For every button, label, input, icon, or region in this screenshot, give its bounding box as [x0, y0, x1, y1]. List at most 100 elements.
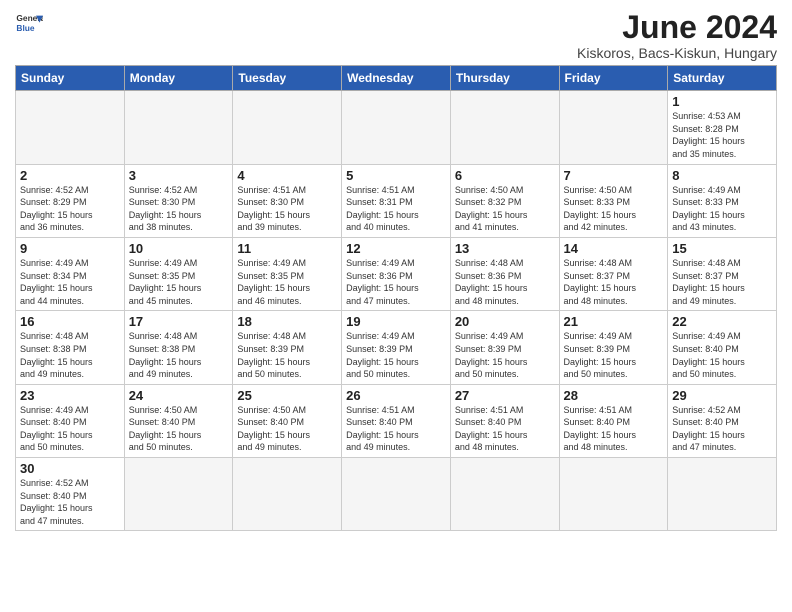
day-info: Sunrise: 4:52 AM Sunset: 8:29 PM Dayligh… [20, 184, 120, 234]
calendar-cell: 25Sunrise: 4:50 AM Sunset: 8:40 PM Dayli… [233, 384, 342, 457]
calendar-week-row: 9Sunrise: 4:49 AM Sunset: 8:34 PM Daylig… [16, 237, 777, 310]
logo: General Blue [15, 10, 43, 38]
day-info: Sunrise: 4:50 AM Sunset: 8:40 PM Dayligh… [237, 404, 337, 454]
weekday-header-tuesday: Tuesday [233, 66, 342, 91]
day-info: Sunrise: 4:52 AM Sunset: 8:40 PM Dayligh… [20, 477, 120, 527]
day-info: Sunrise: 4:48 AM Sunset: 8:37 PM Dayligh… [564, 257, 664, 307]
calendar-cell: 13Sunrise: 4:48 AM Sunset: 8:36 PM Dayli… [450, 237, 559, 310]
calendar-cell [668, 458, 777, 531]
day-info: Sunrise: 4:51 AM Sunset: 8:40 PM Dayligh… [455, 404, 555, 454]
calendar-cell: 8Sunrise: 4:49 AM Sunset: 8:33 PM Daylig… [668, 164, 777, 237]
calendar-cell: 15Sunrise: 4:48 AM Sunset: 8:37 PM Dayli… [668, 237, 777, 310]
calendar-cell: 14Sunrise: 4:48 AM Sunset: 8:37 PM Dayli… [559, 237, 668, 310]
day-number: 15 [672, 241, 772, 256]
calendar-cell: 21Sunrise: 4:49 AM Sunset: 8:39 PM Dayli… [559, 311, 668, 384]
calendar-cell [124, 458, 233, 531]
day-info: Sunrise: 4:50 AM Sunset: 8:40 PM Dayligh… [129, 404, 229, 454]
day-number: 19 [346, 314, 446, 329]
day-info: Sunrise: 4:53 AM Sunset: 8:28 PM Dayligh… [672, 110, 772, 160]
weekday-header-friday: Friday [559, 66, 668, 91]
day-number: 3 [129, 168, 229, 183]
day-number: 24 [129, 388, 229, 403]
calendar-week-row: 30Sunrise: 4:52 AM Sunset: 8:40 PM Dayli… [16, 458, 777, 531]
weekday-header-saturday: Saturday [668, 66, 777, 91]
day-number: 22 [672, 314, 772, 329]
day-info: Sunrise: 4:48 AM Sunset: 8:36 PM Dayligh… [455, 257, 555, 307]
day-number: 25 [237, 388, 337, 403]
day-info: Sunrise: 4:52 AM Sunset: 8:40 PM Dayligh… [672, 404, 772, 454]
day-number: 1 [672, 94, 772, 109]
calendar-cell [450, 458, 559, 531]
calendar-cell [233, 91, 342, 164]
weekday-header-sunday: Sunday [16, 66, 125, 91]
day-info: Sunrise: 4:48 AM Sunset: 8:39 PM Dayligh… [237, 330, 337, 380]
calendar-cell: 1Sunrise: 4:53 AM Sunset: 8:28 PM Daylig… [668, 91, 777, 164]
calendar-cell [342, 458, 451, 531]
day-info: Sunrise: 4:49 AM Sunset: 8:36 PM Dayligh… [346, 257, 446, 307]
title-block: June 2024 Kiskoros, Bacs-Kiskun, Hungary [577, 10, 777, 61]
day-info: Sunrise: 4:50 AM Sunset: 8:33 PM Dayligh… [564, 184, 664, 234]
day-info: Sunrise: 4:52 AM Sunset: 8:30 PM Dayligh… [129, 184, 229, 234]
calendar-cell [16, 91, 125, 164]
day-number: 17 [129, 314, 229, 329]
calendar-cell: 17Sunrise: 4:48 AM Sunset: 8:38 PM Dayli… [124, 311, 233, 384]
calendar-week-row: 23Sunrise: 4:49 AM Sunset: 8:40 PM Dayli… [16, 384, 777, 457]
day-info: Sunrise: 4:49 AM Sunset: 8:35 PM Dayligh… [129, 257, 229, 307]
day-number: 21 [564, 314, 664, 329]
calendar-cell: 5Sunrise: 4:51 AM Sunset: 8:31 PM Daylig… [342, 164, 451, 237]
weekday-header-wednesday: Wednesday [342, 66, 451, 91]
calendar-cell: 12Sunrise: 4:49 AM Sunset: 8:36 PM Dayli… [342, 237, 451, 310]
weekday-header-row: SundayMondayTuesdayWednesdayThursdayFrid… [16, 66, 777, 91]
day-number: 18 [237, 314, 337, 329]
day-number: 2 [20, 168, 120, 183]
day-number: 28 [564, 388, 664, 403]
calendar-week-row: 2Sunrise: 4:52 AM Sunset: 8:29 PM Daylig… [16, 164, 777, 237]
day-number: 6 [455, 168, 555, 183]
day-number: 13 [455, 241, 555, 256]
day-info: Sunrise: 4:49 AM Sunset: 8:33 PM Dayligh… [672, 184, 772, 234]
day-info: Sunrise: 4:49 AM Sunset: 8:39 PM Dayligh… [346, 330, 446, 380]
day-number: 7 [564, 168, 664, 183]
day-number: 16 [20, 314, 120, 329]
weekday-header-monday: Monday [124, 66, 233, 91]
day-number: 4 [237, 168, 337, 183]
calendar-cell [124, 91, 233, 164]
calendar-cell: 27Sunrise: 4:51 AM Sunset: 8:40 PM Dayli… [450, 384, 559, 457]
calendar-cell: 20Sunrise: 4:49 AM Sunset: 8:39 PM Dayli… [450, 311, 559, 384]
day-info: Sunrise: 4:49 AM Sunset: 8:39 PM Dayligh… [564, 330, 664, 380]
calendar-cell [559, 458, 668, 531]
calendar-cell: 18Sunrise: 4:48 AM Sunset: 8:39 PM Dayli… [233, 311, 342, 384]
day-info: Sunrise: 4:48 AM Sunset: 8:38 PM Dayligh… [129, 330, 229, 380]
calendar-cell [233, 458, 342, 531]
day-number: 11 [237, 241, 337, 256]
calendar-cell: 7Sunrise: 4:50 AM Sunset: 8:33 PM Daylig… [559, 164, 668, 237]
day-number: 27 [455, 388, 555, 403]
calendar-week-row: 1Sunrise: 4:53 AM Sunset: 8:28 PM Daylig… [16, 91, 777, 164]
day-number: 20 [455, 314, 555, 329]
day-info: Sunrise: 4:51 AM Sunset: 8:31 PM Dayligh… [346, 184, 446, 234]
day-info: Sunrise: 4:51 AM Sunset: 8:40 PM Dayligh… [346, 404, 446, 454]
calendar-cell [559, 91, 668, 164]
day-number: 23 [20, 388, 120, 403]
calendar-cell: 24Sunrise: 4:50 AM Sunset: 8:40 PM Dayli… [124, 384, 233, 457]
day-info: Sunrise: 4:48 AM Sunset: 8:38 PM Dayligh… [20, 330, 120, 380]
day-number: 14 [564, 241, 664, 256]
day-info: Sunrise: 4:49 AM Sunset: 8:35 PM Dayligh… [237, 257, 337, 307]
day-number: 10 [129, 241, 229, 256]
calendar-title: June 2024 [577, 10, 777, 45]
calendar-cell: 28Sunrise: 4:51 AM Sunset: 8:40 PM Dayli… [559, 384, 668, 457]
day-number: 8 [672, 168, 772, 183]
calendar-subtitle: Kiskoros, Bacs-Kiskun, Hungary [577, 45, 777, 61]
calendar-cell: 2Sunrise: 4:52 AM Sunset: 8:29 PM Daylig… [16, 164, 125, 237]
generalblue-logo-icon: General Blue [15, 10, 43, 38]
day-info: Sunrise: 4:51 AM Sunset: 8:30 PM Dayligh… [237, 184, 337, 234]
calendar-cell: 11Sunrise: 4:49 AM Sunset: 8:35 PM Dayli… [233, 237, 342, 310]
day-number: 26 [346, 388, 446, 403]
day-number: 9 [20, 241, 120, 256]
calendar-cell: 10Sunrise: 4:49 AM Sunset: 8:35 PM Dayli… [124, 237, 233, 310]
calendar-cell [342, 91, 451, 164]
day-number: 30 [20, 461, 120, 476]
calendar-cell: 29Sunrise: 4:52 AM Sunset: 8:40 PM Dayli… [668, 384, 777, 457]
svg-text:Blue: Blue [16, 23, 34, 33]
day-number: 12 [346, 241, 446, 256]
